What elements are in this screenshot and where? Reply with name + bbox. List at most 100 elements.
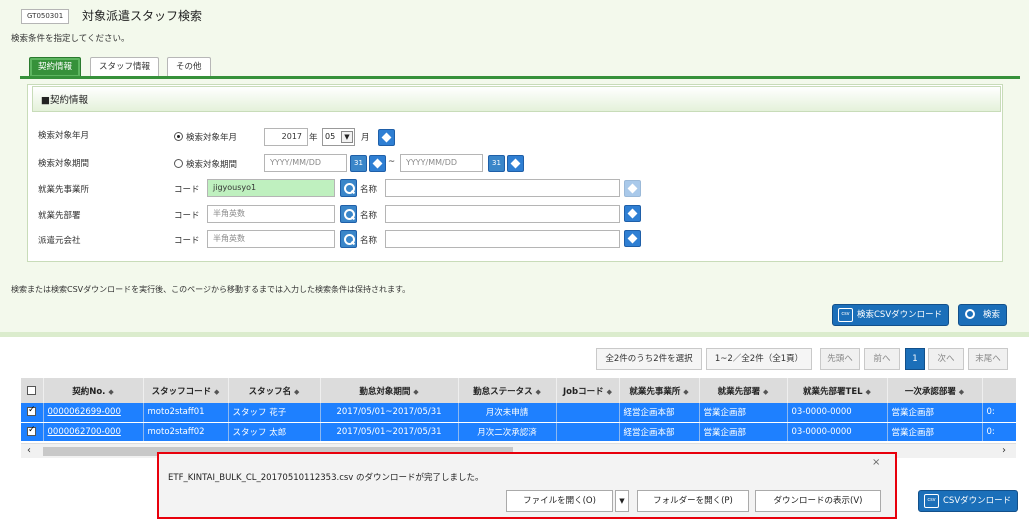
search-icon — [965, 309, 975, 319]
instruction-text: 検索条件を指定してください。 — [11, 34, 130, 44]
open-folder-button[interactable]: フォルダーを開く(P) — [637, 490, 749, 512]
dispatch-name-input[interactable] — [385, 230, 620, 248]
radio-target-period[interactable] — [174, 159, 183, 168]
chevron-down-icon: ▼ — [341, 131, 353, 143]
row-checkbox[interactable] — [27, 405, 36, 417]
pager-prev-button[interactable]: 前へ — [864, 348, 900, 370]
sort-icon[interactable]: ◆ — [536, 388, 541, 396]
sort-icon[interactable]: ◆ — [683, 388, 688, 396]
search-csv-download-button[interactable]: csv 検索CSVダウンロード — [832, 304, 950, 326]
dispatch-code-label: コード — [174, 236, 200, 246]
contract-no-link[interactable]: 0000062700-000 — [48, 427, 121, 437]
sort-icon[interactable]: ◆ — [294, 388, 299, 396]
contract-no-cell[interactable]: 0000062699-000 — [43, 403, 144, 423]
workplace-name-input[interactable] — [385, 179, 620, 197]
row-checkbox[interactable] — [27, 425, 36, 436]
year-input[interactable]: 2017 — [264, 128, 308, 146]
select-all-checkbox[interactable] — [27, 385, 37, 395]
department-name-label: 名称 — [360, 211, 378, 221]
clear-dispatch-eraser-icon[interactable] — [624, 230, 641, 247]
clear-date-to-eraser-icon[interactable] — [507, 155, 524, 172]
row-checkbox-cell[interactable] — [21, 422, 44, 442]
table-row[interactable]: 0000062699-000 moto2staff01 スタッフ 花子 2017… — [21, 403, 1016, 423]
close-icon[interactable]: × — [872, 457, 880, 468]
range-tilde: ~ — [388, 157, 396, 167]
sort-icon[interactable]: ◆ — [866, 388, 871, 396]
department-code-input[interactable]: 半角英数 — [207, 205, 335, 223]
sort-icon[interactable]: ◆ — [413, 388, 418, 396]
open-file-dropdown-icon[interactable]: ▼ — [615, 490, 629, 512]
dispatch-company-label: 派遣元会社 — [38, 236, 81, 246]
download-message: ETF_KINTAI_BULK_CL_20170510112353.csv のダ… — [168, 473, 484, 483]
column-header[interactable]: 就業先部署 ◆ — [699, 378, 788, 403]
column-header[interactable]: スタッフ名 ◆ — [228, 378, 321, 403]
department-label: 就業先部署 — [38, 211, 81, 221]
radio-target-month[interactable] — [174, 132, 183, 141]
pager-last-button[interactable]: 末尾へ — [968, 348, 1008, 370]
sort-icon[interactable]: ◆ — [108, 388, 113, 396]
row-checkbox-cell[interactable] — [21, 403, 44, 423]
csv-download-icon: csv — [924, 494, 939, 508]
month-select[interactable]: 05 ▼ — [322, 128, 355, 146]
column-header-label: 一次承認部署 — [904, 386, 956, 397]
table-cell: スタッフ 花子 — [228, 403, 321, 423]
sort-icon[interactable]: ◆ — [763, 388, 768, 396]
view-downloads-button[interactable]: ダウンロードの表示(V) — [755, 490, 881, 512]
table-row[interactable]: 0000062700-000 moto2staff02 スタッフ 太郎 2017… — [21, 422, 1016, 442]
sort-icon[interactable]: ◆ — [959, 388, 964, 396]
workplace-code-input[interactable]: jigyousyo1 — [207, 179, 335, 197]
contract-no-cell[interactable]: 0000062700-000 — [43, 422, 144, 442]
clear-date-from-eraser-icon[interactable] — [369, 155, 386, 172]
tab-staff-info[interactable]: スタッフ情報 — [90, 57, 160, 77]
department-search-icon[interactable] — [340, 205, 357, 223]
pager-current-page[interactable]: 1 — [905, 348, 925, 370]
calendar-from-icon[interactable]: 31 — [350, 155, 367, 172]
sort-icon[interactable]: ◆ — [607, 388, 612, 396]
pager-next-button[interactable]: 次へ — [928, 348, 964, 370]
column-header[interactable]: スタッフコード ◆ — [143, 378, 229, 403]
department-name-input[interactable] — [385, 205, 620, 223]
column-header[interactable]: 契約No. ◆ — [43, 378, 144, 403]
dispatch-code-input[interactable]: 半角英数 — [207, 230, 335, 248]
dispatch-search-icon[interactable] — [340, 230, 357, 248]
scroll-left-icon[interactable]: ‹ — [27, 444, 31, 458]
table-cell: 2017/05/01~2017/05/31 — [320, 422, 459, 442]
page-range: 1~2／全2件（全1頁） — [706, 348, 812, 370]
clear-department-eraser-icon[interactable] — [624, 205, 641, 222]
csv-download-button[interactable]: csv CSVダウンロード — [918, 490, 1019, 512]
date-to-input[interactable]: YYYY/MM/DD — [400, 154, 483, 172]
tab-contract-info[interactable]: 契約情報 — [29, 57, 82, 77]
clear-month-eraser-icon[interactable] — [378, 129, 395, 146]
table-cell: 月次二次承認済 — [458, 422, 557, 442]
tab-other[interactable]: その他 — [167, 57, 211, 77]
sort-icon[interactable]: ◆ — [214, 388, 219, 396]
search-button[interactable]: 検索 — [958, 304, 1008, 326]
select-all-header[interactable] — [21, 378, 44, 403]
contract-no-link[interactable]: 0000062699-000 — [48, 407, 121, 417]
column-header[interactable]: 就業先部署TEL ◆ — [787, 378, 888, 403]
table-cell: 月次未申請 — [458, 403, 557, 423]
table-cell: 2017/05/01~2017/05/31 — [320, 403, 459, 423]
table-cell: スタッフ 太郎 — [228, 422, 321, 442]
open-file-button[interactable]: ファイルを開く(O) — [506, 490, 613, 512]
column-header[interactable]: 就業先事業所 ◆ — [619, 378, 700, 403]
column-header-label: 就業先部署TEL — [803, 386, 863, 397]
column-header-label: 就業先部署 — [717, 386, 761, 397]
table-cell: 営業企画部 — [887, 403, 983, 423]
column-header[interactable]: 勤怠ステータス ◆ — [458, 378, 557, 403]
scroll-right-icon[interactable]: › — [1002, 444, 1006, 458]
column-header[interactable] — [982, 378, 1016, 403]
clear-workplace-eraser-icon[interactable] — [624, 180, 641, 197]
workplace-search-icon[interactable] — [340, 179, 357, 197]
search-csv-download-label: 検索CSVダウンロード — [857, 310, 943, 320]
screen-id-badge: GT050301 — [21, 9, 70, 24]
date-from-input[interactable]: YYYY/MM/DD — [264, 154, 347, 172]
column-header[interactable]: 勤怠対象期間 ◆ — [320, 378, 459, 403]
column-header[interactable]: 一次承認部署 ◆ — [887, 378, 983, 403]
month-unit: 月 — [361, 133, 370, 143]
page-title: 対象派遣スタッフ検索 — [82, 9, 203, 23]
dispatch-name-label: 名称 — [360, 236, 378, 246]
calendar-to-icon[interactable]: 31 — [488, 155, 505, 172]
pager-first-button[interactable]: 先頭へ — [820, 348, 860, 370]
column-header[interactable]: Jobコード ◆ — [556, 378, 620, 403]
